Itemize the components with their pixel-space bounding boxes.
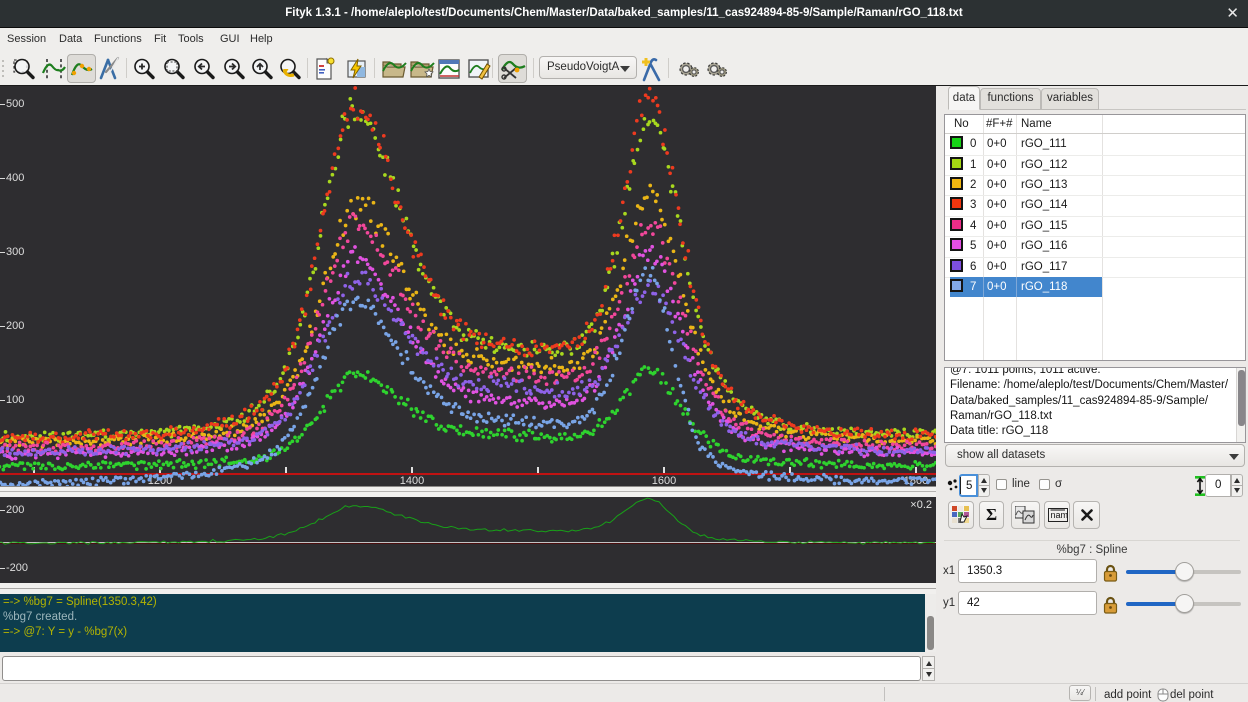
svg-text:nam: nam xyxy=(1051,510,1069,520)
